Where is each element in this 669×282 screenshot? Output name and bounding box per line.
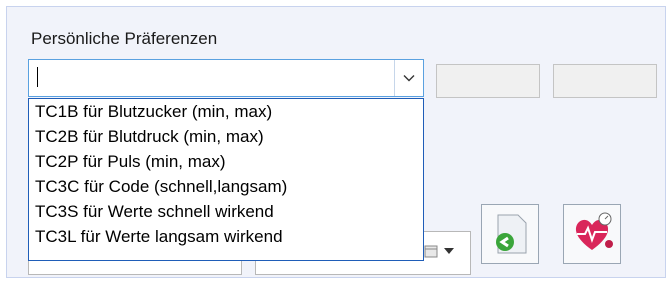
preference-combobox-input[interactable]: [32, 63, 406, 93]
combobox-dropdown-button[interactable]: [394, 60, 423, 96]
list-item[interactable]: TC2P für Puls (min, max): [29, 149, 423, 174]
document-arrow-icon: [496, 214, 527, 254]
list-item[interactable]: TC3L für Werte langsam wirkend: [29, 224, 423, 249]
chevron-down-icon[interactable]: [444, 248, 454, 254]
max-value-field[interactable]: [553, 64, 657, 98]
heart-rate-button[interactable]: [563, 204, 621, 264]
preferences-panel: Persönliche Präferenzen TC1B für Blutzuc…: [6, 6, 666, 278]
calendar-icon[interactable]: [424, 244, 438, 258]
text-caret: [37, 67, 38, 87]
document-button[interactable]: [481, 204, 539, 264]
group-label: Persönliche Präferenzen: [31, 29, 218, 48]
list-item[interactable]: TC2B für Blutdruck (min, max): [29, 124, 423, 149]
dropdown-list[interactable]: TC1B für Blutzucker (min, max) TC2B für …: [28, 98, 424, 261]
list-item[interactable]: TC3C für Code (schnell,langsam): [29, 174, 423, 199]
chevron-down-icon: [403, 75, 415, 82]
heart-gauge-icon: [575, 212, 613, 250]
preference-combobox[interactable]: [28, 59, 424, 97]
min-value-field[interactable]: [436, 64, 540, 98]
list-item[interactable]: TC3S für Werte schnell wirkend: [29, 199, 423, 224]
list-item[interactable]: TC1B für Blutzucker (min, max): [29, 99, 423, 124]
